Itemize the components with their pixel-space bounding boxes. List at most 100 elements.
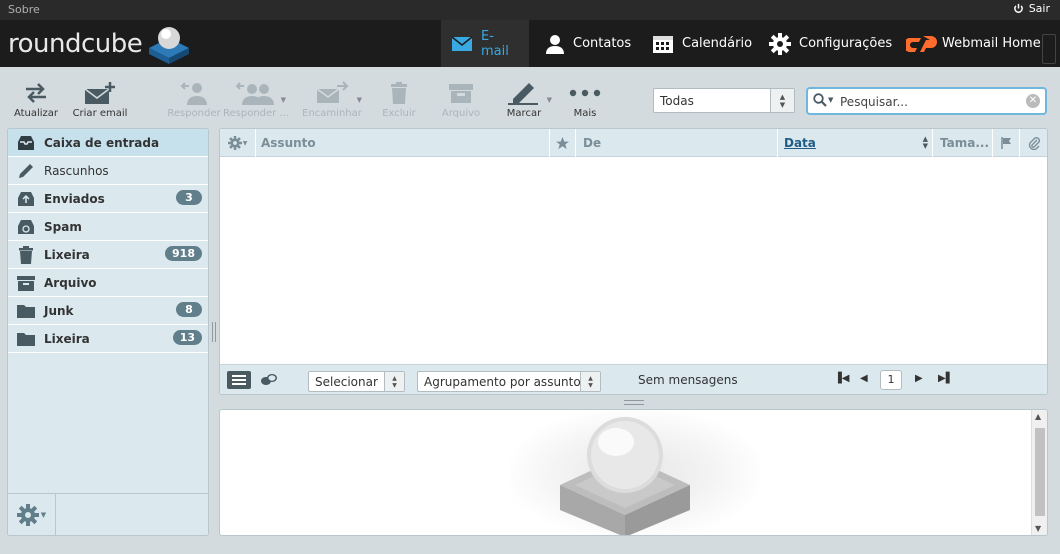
folder-name: Junk [44, 303, 74, 318]
gear-icon [769, 32, 791, 55]
compose-envelope-icon [84, 82, 115, 104]
mark-dropdown-icon[interactable]: ▼ [547, 96, 552, 104]
scroll-down-icon[interactable]: ▼ [1035, 524, 1041, 533]
folder-list: Caixa de entrada Rascunhos Enviados 3 Sp… [7, 128, 209, 536]
column-attachment[interactable] [1020, 129, 1047, 157]
spam-icon [18, 219, 34, 234]
column-subject[interactable]: Assunto [256, 129, 550, 157]
folder-name: Rascunhos [44, 163, 109, 178]
logout-button[interactable]: Sair [1013, 2, 1050, 15]
reply-all-dropdown-icon[interactable]: ▼ [281, 96, 286, 104]
threads-label: Agrupamento por assunto [424, 375, 581, 389]
column-from[interactable]: De [576, 129, 778, 157]
next-page-icon[interactable]: ▶ [915, 373, 923, 384]
tab-email-label: E-mail [481, 28, 509, 59]
list-view-button[interactable] [227, 371, 251, 389]
clear-search-icon[interactable]: ✕ [1026, 94, 1040, 108]
column-flag[interactable] [993, 129, 1020, 157]
column-date-label: Data [784, 136, 816, 150]
select-dropdown[interactable]: Selecionar ▲ ▼ [308, 371, 405, 392]
select-label: Selecionar [315, 375, 378, 389]
forward-label: Encaminhar [302, 108, 362, 119]
folder-name: Lixeira [44, 331, 90, 346]
sent-icon [18, 191, 34, 206]
roundcube-logo[interactable]: roundcube [8, 24, 194, 64]
first-page-icon[interactable]: ▐◀ [834, 373, 849, 384]
folder-name: Caixa de entrada [44, 135, 160, 150]
filter-select[interactable]: Todas ▲ ▼ [653, 88, 795, 113]
folder-spam[interactable]: Spam [8, 213, 208, 241]
search-icon [813, 93, 827, 107]
tab-webmail-home[interactable]: Webmail Home [896, 20, 1051, 67]
tab-contacts[interactable]: Contatos [535, 20, 641, 67]
tab-email[interactable]: E-mail [441, 20, 529, 67]
pencil-icon [19, 163, 33, 178]
cube-logo-icon [149, 27, 190, 64]
delete-button[interactable]: Excluir [369, 80, 429, 119]
scrollbar-thumb[interactable] [1035, 428, 1045, 516]
unread-count-badge: 3 [176, 190, 202, 205]
about-link[interactable]: Sobre [8, 3, 40, 16]
flag-icon [1000, 137, 1011, 149]
search-input[interactable] [840, 93, 1020, 110]
folder-icon [17, 305, 35, 318]
unread-count-badge: 13 [172, 330, 202, 345]
column-date[interactable]: Data ▲ ▼ [778, 129, 933, 157]
tab-settings[interactable]: Configurações [759, 20, 902, 67]
select-spinner-icon: ▲ ▼ [384, 372, 404, 391]
search-box: ▼ ✕ [806, 87, 1047, 115]
folder-settings-button[interactable]: ▼ [8, 494, 56, 535]
compose-button[interactable]: Criar email [70, 80, 130, 119]
list-options-button[interactable]: ▼ [220, 129, 256, 157]
refresh-label: Atualizar [13, 108, 59, 119]
folder-sent[interactable]: Enviados 3 [8, 185, 208, 213]
more-dots-icon [569, 89, 601, 97]
unread-count-badge: 918 [165, 246, 202, 261]
calendar-icon [653, 35, 673, 53]
sort-icon: ▲ ▼ [922, 135, 928, 150]
tab-contacts-label: Contatos [573, 36, 632, 51]
page-number[interactable]: 1 [880, 370, 902, 390]
threads-dropdown[interactable]: Agrupamento por assunto ▲ ▼ [417, 371, 601, 392]
search-options-button[interactable]: ▼ [813, 93, 833, 107]
forward-button[interactable]: Encaminhar ▼ [302, 80, 362, 119]
message-count-status: Sem mensagens [638, 373, 738, 387]
folder-archive[interactable]: Arquivo [8, 269, 208, 297]
folder-inbox[interactable]: Caixa de entrada [8, 129, 208, 157]
column-from-label: De [583, 136, 602, 150]
folder-trash-2[interactable]: Lixeira 13 [8, 325, 208, 353]
column-flag-star[interactable] [550, 129, 576, 157]
preview-scrollbar[interactable]: ▲ ▼ [1031, 410, 1047, 535]
cpanel-icon [906, 35, 937, 52]
chevron-down-icon: ▼ [828, 96, 834, 104]
tab-webmail-home-label: Webmail Home [942, 36, 1041, 51]
horizontal-splitter[interactable] [624, 400, 644, 405]
reply-label: Responder [167, 108, 221, 119]
reply-all-button[interactable]: Responder ... ▼ [223, 80, 289, 119]
filter-spinner-icon: ▲ ▼ [770, 89, 794, 112]
previous-page-icon[interactable]: ◀ [860, 373, 868, 384]
column-size[interactable]: Tama... [933, 129, 993, 157]
archive-box-icon [449, 84, 473, 103]
gear-icon [16, 503, 39, 526]
logo-text: roundcube [8, 29, 143, 59]
archive-button[interactable]: Arquivo [431, 80, 491, 119]
folder-junk[interactable]: Junk 8 [8, 297, 208, 325]
folder-drafts[interactable]: Rascunhos [8, 157, 208, 185]
tab-calendar[interactable]: Calendário [642, 20, 762, 67]
refresh-button[interactable]: Atualizar [6, 80, 66, 119]
folder-icon [17, 333, 35, 346]
reply-button[interactable]: Responder [164, 80, 224, 119]
mark-button[interactable]: Marcar ▼ [494, 80, 554, 119]
forward-dropdown-icon[interactable]: ▼ [357, 96, 362, 104]
last-page-icon[interactable]: ▶▌ [938, 373, 953, 384]
vertical-splitter[interactable] [212, 322, 216, 342]
archive-icon [17, 275, 35, 291]
unread-count-badge: 8 [176, 302, 202, 317]
scroll-up-icon[interactable]: ▲ [1035, 412, 1041, 421]
more-button[interactable]: Mais [555, 80, 615, 119]
person-icon [546, 34, 564, 54]
folder-trash[interactable]: Lixeira 918 [8, 241, 208, 269]
message-list-footer: Selecionar ▲ ▼ Agrupamento por assunto ▲ ▼… [220, 364, 1047, 394]
thread-view-button[interactable] [260, 372, 278, 391]
